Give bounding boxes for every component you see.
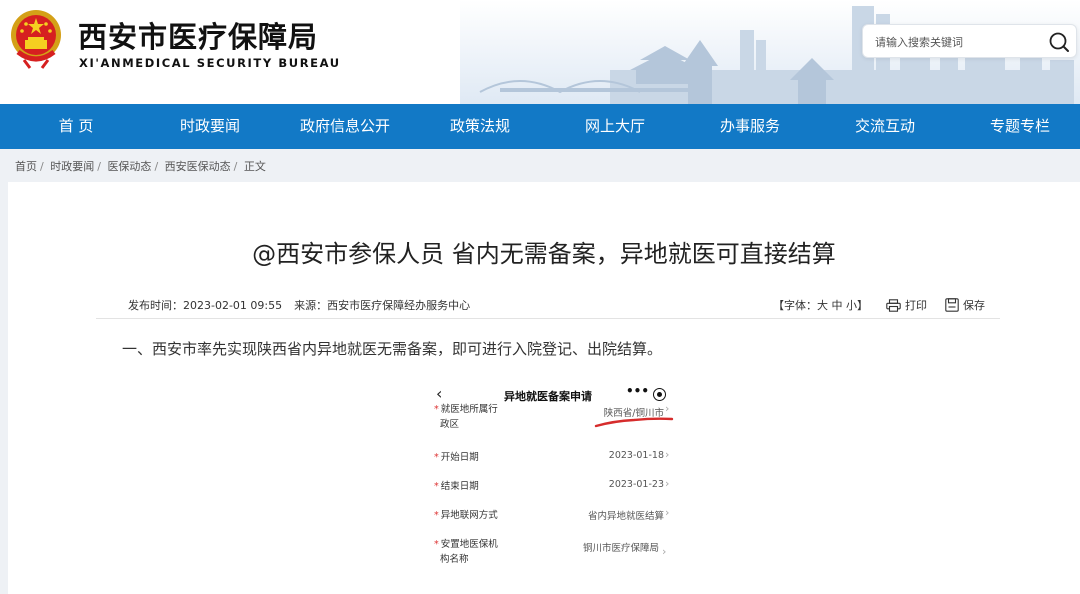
- form-row-label: * 结束日期: [434, 479, 479, 494]
- more-dots-icon: •••: [626, 384, 650, 398]
- site-title: 西安市医疗保障局: [78, 20, 319, 54]
- chevron-right-icon: ›: [665, 402, 670, 415]
- breadcrumb-home[interactable]: 首页: [15, 160, 37, 173]
- breadcrumb-xian-medical-news[interactable]: 西安医保动态: [165, 160, 231, 173]
- row-value: 省内异地就医结算: [587, 511, 664, 522]
- phone-page-title: 异地就医备案申请: [504, 390, 592, 403]
- breadcrumb-separator: /: [97, 160, 101, 173]
- required-star: *: [434, 404, 439, 415]
- print-label: 打印: [905, 299, 927, 312]
- main-nav: 首 页 时政要闻 政府信息公开 政策法规 网上大厅 办事服务 交流互动 专题专栏: [0, 104, 1080, 149]
- nav-item-interaction[interactable]: 交流互动: [820, 104, 950, 149]
- site-header: 西安市医疗保障局 XI'ANMEDICAL SECURITY BUREAU: [0, 0, 1080, 104]
- save-label: 保存: [963, 299, 985, 312]
- form-row-label: * 就医地所属行 政区: [434, 402, 498, 432]
- print-button[interactable]: 打印: [886, 297, 927, 313]
- site-subtitle: XI'ANMEDICAL SECURITY BUREAU: [79, 56, 341, 70]
- required-star: *: [434, 510, 439, 521]
- breadcrumb-current: 正文: [243, 160, 266, 173]
- font-size-small[interactable]: 小: [846, 299, 857, 312]
- breadcrumb-separator: /: [233, 160, 238, 173]
- article-panel: @西安市参保人员 省内无需备案，异地就医可直接结算 发布时间：2023-02-0…: [8, 182, 1080, 594]
- font-size-suffix: 】: [857, 299, 868, 312]
- row-label-text: 结束日期: [440, 481, 479, 492]
- breadcrumb-separator: /: [154, 160, 159, 173]
- nav-item-services[interactable]: 办事服务: [685, 104, 815, 149]
- row-label-text: 开始日期: [440, 452, 479, 463]
- row-label-text: 就医地所属行: [440, 404, 498, 415]
- row-value: 2023-01-23: [608, 479, 664, 490]
- nav-item-home[interactable]: 首 页: [11, 104, 141, 149]
- font-size-control: 【字体：大 中 小】: [773, 297, 868, 313]
- row-label-text: 安置地医保机: [440, 539, 498, 550]
- required-star: *: [434, 539, 439, 550]
- form-row-label: * 开始日期: [434, 450, 479, 465]
- search-icon[interactable]: [1048, 31, 1070, 53]
- article-source: 来源：西安市医疗保障经办服务中心: [294, 299, 471, 312]
- font-size-large[interactable]: 大: [817, 299, 828, 312]
- printer-icon: [886, 298, 901, 312]
- required-star: *: [434, 452, 439, 463]
- nav-item-policy[interactable]: 政策法规: [415, 104, 545, 149]
- row-label-text: 异地联网方式: [440, 510, 498, 521]
- back-chevron-icon: ‹: [436, 384, 443, 403]
- chevron-right-icon: ›: [665, 506, 670, 519]
- font-size-medium[interactable]: 中: [832, 299, 843, 312]
- target-close-icon: [653, 388, 666, 401]
- nav-item-gov-info[interactable]: 政府信息公开: [280, 104, 410, 149]
- search-box: [862, 24, 1077, 58]
- breadcrumb: 首页 / 时政要闻 / 医保动态 / 西安医保动态 / 正文: [15, 158, 266, 174]
- chevron-right-icon: ›: [665, 477, 670, 490]
- font-size-prefix: 【字体：: [773, 299, 817, 312]
- row-label-text: 政区: [440, 419, 460, 430]
- embedded-phone-screenshot: ‹ 异地就医备案申请 ••• * 就医地所属行 政区 陕西省/铜川市 › * 开始日…: [426, 380, 676, 594]
- chevron-right-icon: ›: [662, 545, 667, 558]
- form-row-label: * 安置地医保机 构名称: [434, 537, 498, 567]
- nav-item-news[interactable]: 时政要闻: [145, 104, 275, 149]
- row-value: 2023-01-18: [608, 450, 664, 461]
- article-meta: 发布时间：2023-02-01 09:55 来源：西安市医疗保障经办服务中心: [128, 297, 470, 313]
- search-input[interactable]: [875, 32, 1035, 52]
- article-title: @西安市参保人员 省内无需备案，异地就医可直接结算: [252, 240, 836, 268]
- meta-divider: [96, 318, 1000, 319]
- chevron-right-icon: ›: [665, 448, 670, 461]
- breadcrumb-news[interactable]: 时政要闻: [50, 160, 94, 173]
- breadcrumb-separator: /: [40, 160, 44, 173]
- breadcrumb-medical-news[interactable]: 医保动态: [107, 160, 151, 173]
- save-icon: [945, 298, 959, 312]
- nav-item-online-hall[interactable]: 网上大厅: [550, 104, 680, 149]
- article-tools: 【字体：大 中 小】 打印 保存: [773, 297, 985, 313]
- red-underline-annotation: [594, 417, 674, 428]
- save-button[interactable]: 保存: [945, 297, 985, 313]
- national-emblem-icon: [11, 10, 61, 69]
- nav-item-topics[interactable]: 专题专栏: [955, 104, 1080, 149]
- required-star: *: [434, 481, 439, 492]
- publish-time: 发布时间：2023-02-01 09:55: [128, 299, 283, 312]
- row-value: 铜川市医疗保障局: [582, 543, 659, 554]
- row-label-text: 构名称: [440, 554, 469, 565]
- form-row-label: * 异地联网方式: [434, 508, 498, 523]
- article-paragraph: 一、西安市率先实现陕西省内异地就医无需备案，即可进行入院登记、出院结算。: [122, 340, 663, 358]
